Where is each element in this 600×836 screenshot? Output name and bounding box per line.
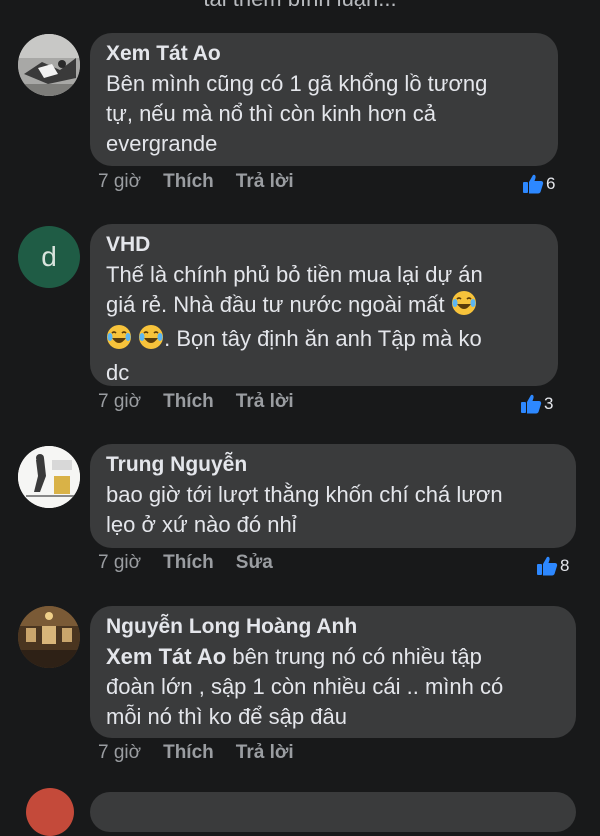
like-button[interactable]: Thích — [163, 552, 214, 574]
avatar[interactable] — [18, 446, 80, 508]
reaction-count-value: 6 — [546, 174, 556, 193]
comment-line-text: . Bọn tây định ăn anh Tập mà ko — [164, 326, 482, 351]
reaction-count-value: 8 — [560, 556, 570, 575]
comment-actions: 7 giờ Thích Trả lời — [98, 388, 316, 416]
comment-line: Thế là chính phủ bỏ tiền mua lại dự án — [106, 262, 483, 287]
comment-line: mỗi nó thì ko để sập đâu — [106, 704, 347, 729]
avatar[interactable] — [26, 788, 74, 836]
comment-bubble: Nguyễn Long Hoàng Anh Xem Tát Ao bên tru… — [90, 606, 576, 738]
like-button[interactable]: Thích — [163, 171, 214, 193]
comment-line: Bên mình cũng có 1 gã khổng lồ tương — [106, 71, 488, 96]
comment-line: evergrande — [106, 131, 218, 156]
reaction-count[interactable]: 6 — [522, 174, 555, 194]
laughing-tears-emoji-icon — [451, 290, 477, 324]
reply-button[interactable]: Trả lời — [236, 391, 294, 413]
comment-time[interactable]: 7 giờ — [98, 742, 141, 764]
commenter-name[interactable]: VHD — [106, 230, 542, 260]
comment-time[interactable]: 7 giờ — [98, 552, 141, 574]
comment-line: bao giờ tới lượt thằng khốn chí chá lươn — [106, 482, 503, 507]
comment-line: dc — [106, 360, 130, 385]
commenter-name[interactable]: Trung Nguyễn — [106, 450, 560, 480]
comment-line: tự, nếu mà nổ thì còn kinh hơn cả — [106, 101, 437, 126]
comment-text: bao giờ tới lượt thằng khốn chí chá lươn… — [106, 480, 560, 540]
comment-line: đoàn lớn , sập 1 còn nhiều cái .. mình c… — [106, 674, 504, 699]
comment-bubble: Trung Nguyễn bao giờ tới lượt thằng khốn… — [90, 444, 576, 548]
comment-actions: 7 giờ Thích Sửa — [98, 549, 295, 577]
laughing-tears-emoji-icon — [138, 324, 164, 358]
comment-line: giá rẻ. Nhà đầu tư nước ngoài mất — [106, 290, 542, 324]
commenter-name[interactable]: Xem Tát Ao — [106, 39, 542, 69]
mention-link[interactable]: Xem Tát Ao — [106, 644, 226, 669]
comment-line: . Bọn tây định ăn anh Tập mà ko — [106, 324, 542, 358]
like-button[interactable]: Thích — [163, 742, 214, 764]
edit-button[interactable]: Sửa — [236, 552, 273, 574]
avatar[interactable] — [18, 606, 80, 668]
reaction-count[interactable]: 8 — [536, 556, 569, 576]
load-more-comments-link[interactable]: tải thêm bình luận... — [0, 0, 600, 12]
comment-line-text: giá rẻ. Nhà đầu tư nước ngoài mất — [106, 292, 445, 317]
like-button[interactable]: Thích — [163, 391, 214, 413]
comment-actions: 7 giờ Thích Trả lời — [98, 168, 316, 196]
laughing-tears-emoji-icon — [106, 324, 132, 358]
thumbs-up-icon — [521, 394, 542, 414]
thumbs-up-icon — [523, 174, 544, 194]
comment-line-text: bên trung nó có nhiều tập — [226, 644, 482, 669]
reply-button[interactable]: Trả lời — [236, 742, 294, 764]
reaction-count[interactable]: 3 — [520, 394, 553, 414]
comment-bubble: VHD Thế là chính phủ bỏ tiền mua lại dự … — [90, 224, 558, 386]
avatar-letter: d — [41, 241, 57, 272]
comment-text: Bên mình cũng có 1 gã khổng lồ tương tự,… — [106, 69, 542, 159]
comment-time[interactable]: 7 giờ — [98, 171, 141, 193]
reply-button[interactable]: Trả lời — [236, 171, 294, 193]
reaction-count-value: 3 — [544, 394, 554, 413]
comment-actions: 7 giờ Thích Trả lời — [98, 739, 316, 767]
comment-bubble: Xem Tát Ao Bên mình cũng có 1 gã khổng l… — [90, 33, 558, 166]
comment-text: Thế là chính phủ bỏ tiền mua lại dự án g… — [106, 260, 542, 388]
avatar[interactable] — [18, 34, 80, 96]
avatar[interactable]: d — [18, 226, 80, 288]
comment-time[interactable]: 7 giờ — [98, 391, 141, 413]
comment-line: lẹo ở xứ nào đó nhỉ — [106, 512, 297, 537]
comment-text: Xem Tát Ao bên trung nó có nhiều tập đoà… — [106, 642, 560, 732]
thumbs-up-icon — [537, 556, 558, 576]
comment-line: Xem Tát Ao bên trung nó có nhiều tập — [106, 642, 560, 672]
commenter-name[interactable]: Nguyễn Long Hoàng Anh — [106, 612, 560, 642]
comment-bubble — [90, 792, 576, 832]
